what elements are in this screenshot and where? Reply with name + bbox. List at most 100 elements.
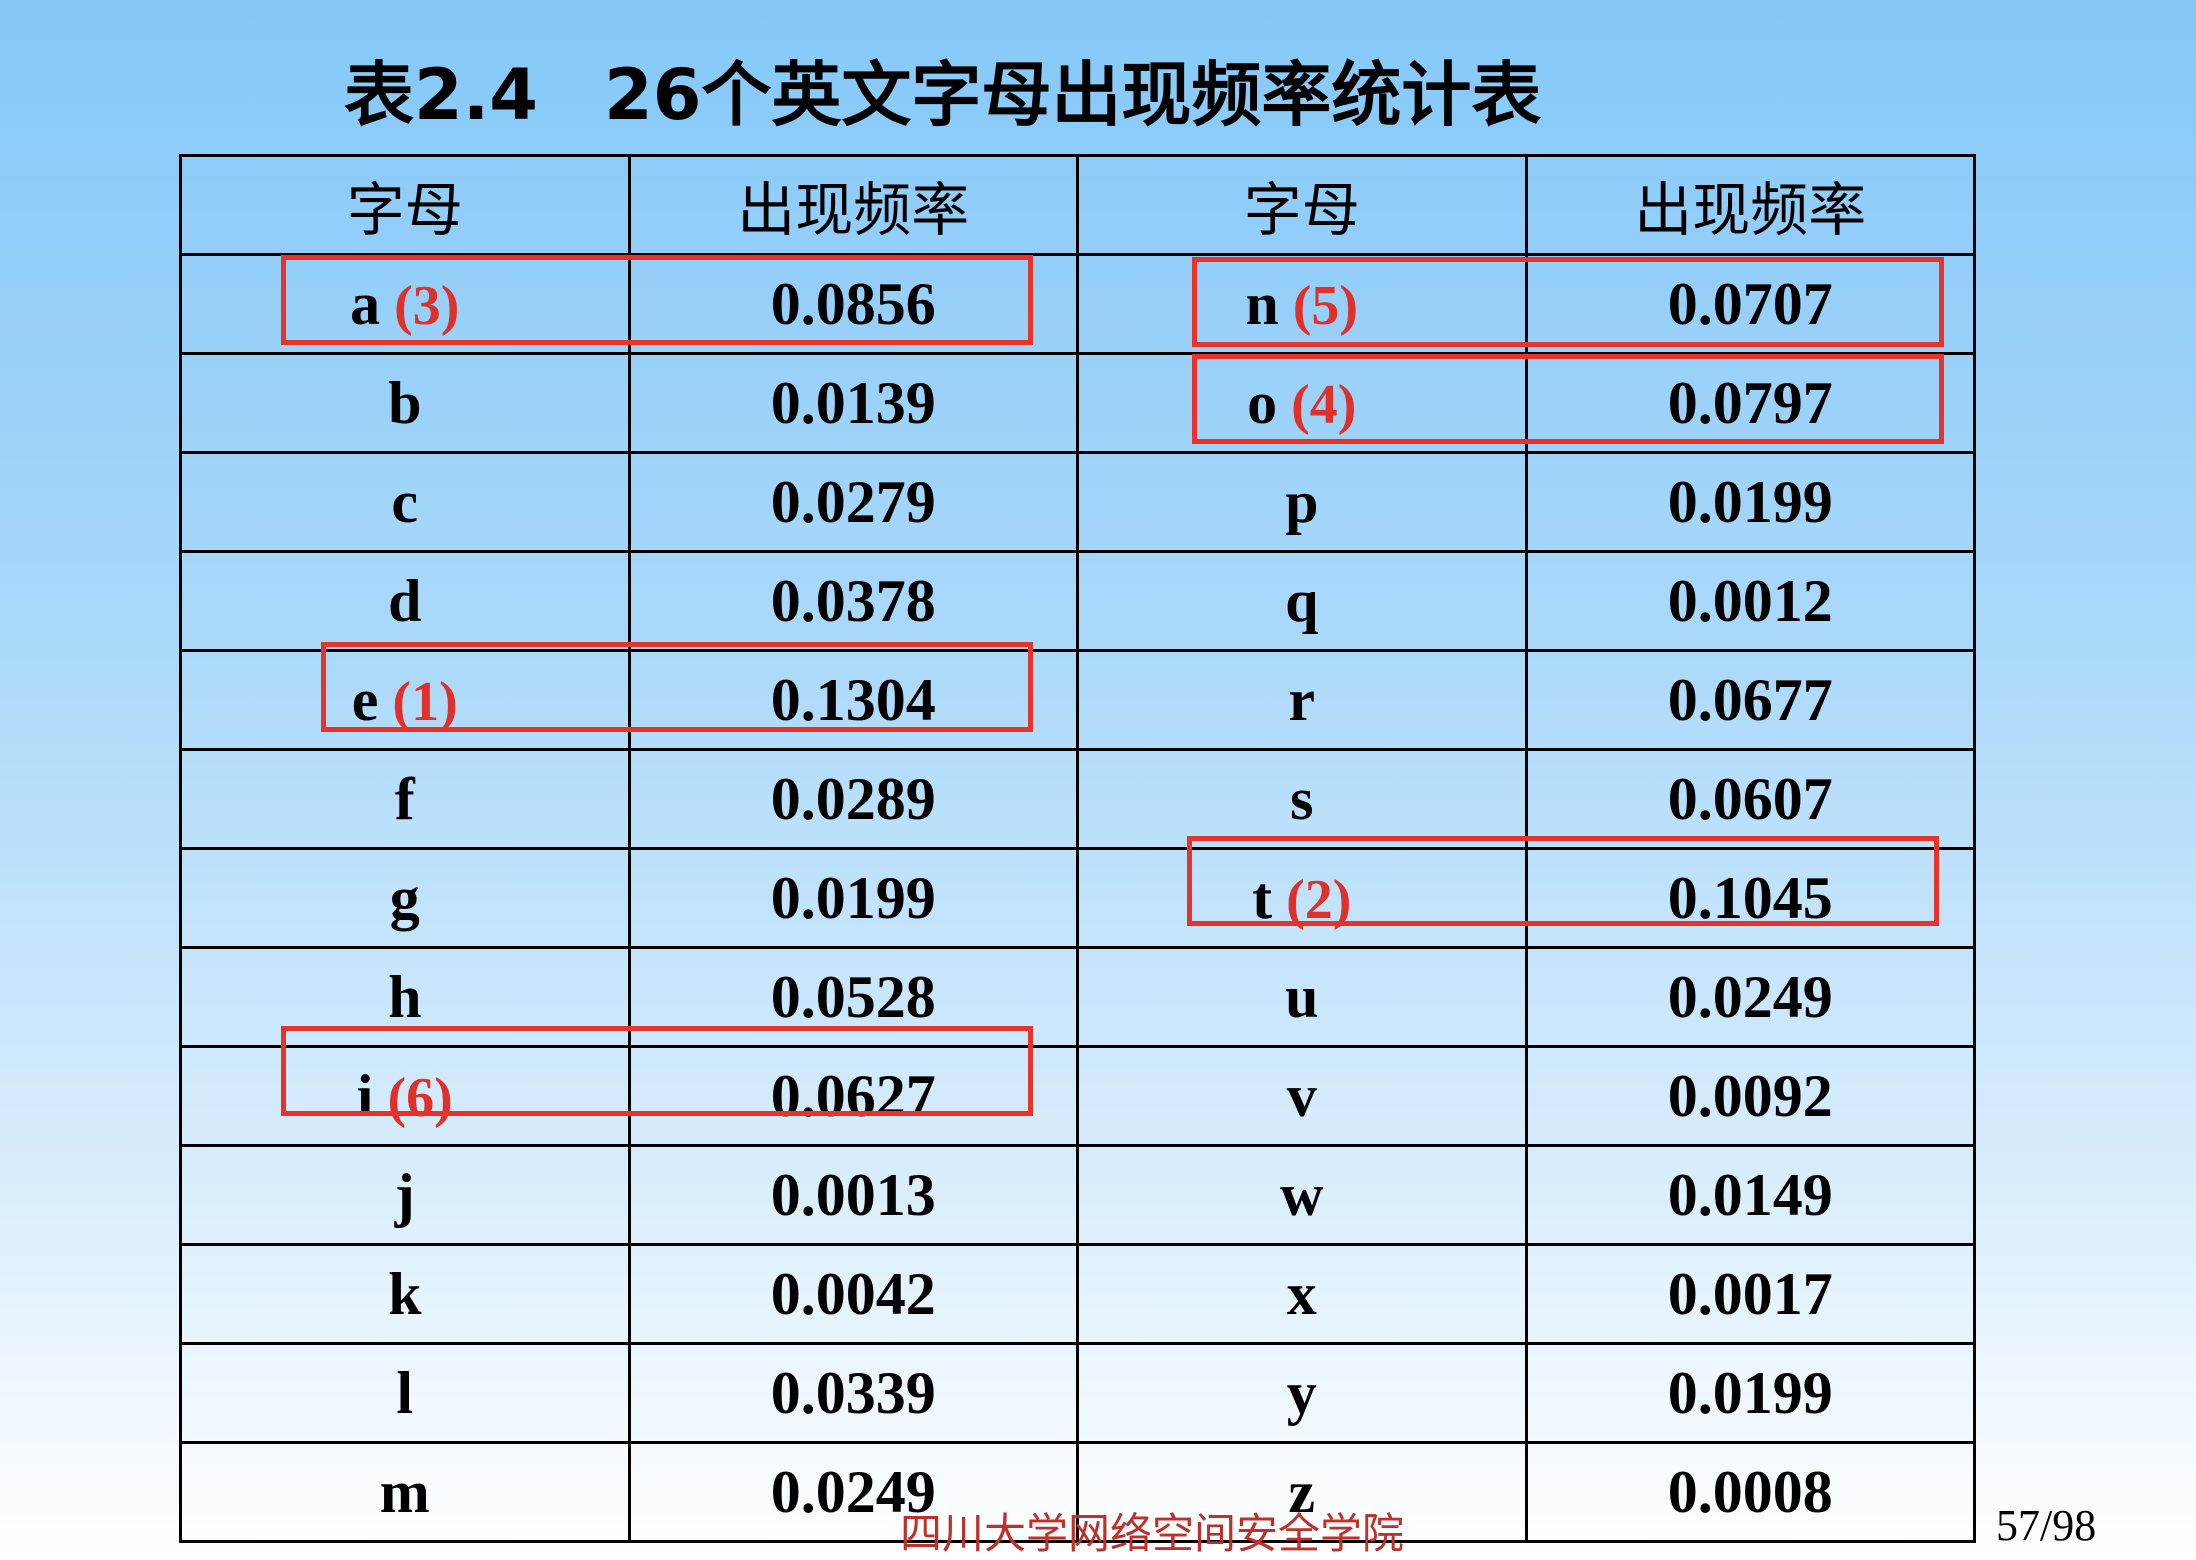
table-row: f 0.0289 s 0.0607 [179,748,1976,850]
frequency-cell-2: 0.0797 [1524,352,1976,454]
frequency-cell-1: 0.0139 [627,352,1079,454]
letter-cell-1: i (6) [179,1045,631,1147]
header-frequency-right: 出现频率 [1524,154,1976,256]
letter-cell-1: b [179,352,631,454]
letter-cell-2: r [1076,649,1528,751]
letter-cell-2: q [1076,550,1528,652]
table-header-row: 字母 出现频率 字母 出现频率 [179,154,1976,256]
frequency-cell-1: 0.0856 [627,253,1079,355]
table-row: j 0.0013 w 0.0149 [179,1144,1976,1246]
frequency-cell-1: 0.0378 [627,550,1079,652]
frequency-cell-2: 0.0017 [1524,1243,1976,1345]
frequency-cell-1: 0.0042 [627,1243,1079,1345]
rank-badge: (1) [392,670,458,733]
table-number: 表2.4 [344,54,539,136]
letter-cell-2: v [1076,1045,1528,1147]
letter: t [1252,864,1273,931]
letter-frequency-table: 字母 出现频率 字母 出现频率 a (3) 0.0856 n (5) 0.0707 b 0.0… [179,154,1976,1543]
table-row: a (3) 0.0856 n (5) 0.0707 [179,253,1976,355]
rank-badge: (4) [1291,373,1357,436]
letter: u [1285,963,1319,1030]
frequency-cell-1: 0.0627 [627,1045,1079,1147]
letter-cell-1: a (3) [179,253,631,355]
page-number: 57/98 [1996,1501,2097,1550]
letter-cell-2: t (2) [1076,847,1528,949]
letter-cell-1: h [179,946,631,1048]
letter-cell-2: s [1076,748,1528,850]
frequency-cell-1: 0.0528 [627,946,1079,1048]
letter: b [388,369,422,436]
frequency-cell-2: 0.0677 [1524,649,1976,751]
slide-title: 表2.4 26个英文字母出现频率统计表 [344,40,1541,150]
letter: s [1290,765,1314,832]
table-row: d 0.0378 q 0.0012 [179,550,1976,652]
letter-cell-1: l [179,1342,631,1444]
letter-cell-2: x [1076,1243,1528,1345]
letter-cell-2: y [1076,1342,1528,1444]
table-row: h 0.0528 u 0.0249 [179,946,1976,1048]
rank-badge: (6) [387,1066,453,1129]
frequency-cell-2: 0.0199 [1524,451,1976,553]
rank-badge: (2) [1286,868,1352,931]
letter: m [379,1458,430,1525]
table-row: l 0.0339 y 0.0199 [179,1342,1976,1444]
letter: x [1286,1260,1317,1327]
letter: o [1247,369,1278,436]
letter: r [1288,666,1316,733]
letter: a [350,270,381,337]
letter-cell-1: k [179,1243,631,1345]
table-row: c 0.0279 p 0.0199 [179,451,1976,553]
table-row: b 0.0139 o (4) 0.0797 [179,352,1976,454]
frequency-cell-2: 0.0008 [1524,1441,1976,1543]
letter: d [388,567,422,634]
letter-cell-1: m [179,1441,631,1543]
letter-cell-1: d [179,550,631,652]
frequency-cell-2: 0.0707 [1524,253,1976,355]
letter-cell-1: c [179,451,631,553]
table-title: 26个英文字母出现频率统计表 [604,54,1542,136]
rank-badge: (3) [394,274,460,337]
frequency-cell-2: 0.0607 [1524,748,1976,850]
letter: l [396,1359,414,1426]
letter: g [389,864,420,931]
header-letter-left: 字母 [179,154,631,256]
letter-cell-1: g [179,847,631,949]
letter: w [1280,1161,1324,1228]
header-frequency-left: 出现频率 [627,154,1079,256]
letter-cell-2: p [1076,451,1528,553]
frequency-cell-1: 0.1304 [627,649,1079,751]
frequency-cell-1: 0.0279 [627,451,1079,553]
table-row: k 0.0042 x 0.0017 [179,1243,1976,1345]
letter: q [1285,567,1319,634]
letter-cell-2: u [1076,946,1528,1048]
letter-cell-1: e (1) [179,649,631,751]
letter-cell-2: o (4) [1076,352,1528,454]
letter: p [1285,468,1319,535]
frequency-cell-1: 0.0339 [627,1342,1079,1444]
frequency-cell-2: 0.0249 [1524,946,1976,1048]
letter: h [388,963,422,1030]
frequency-cell-1: 0.0199 [627,847,1079,949]
letter-cell-1: f [179,748,631,850]
letter-cell-2: w [1076,1144,1528,1246]
letter: y [1286,1359,1317,1426]
letter: f [394,765,415,832]
institution-footer: 四川大学网络空间安全学院 [900,1509,1405,1558]
table-row: e (1) 0.1304 r 0.0677 [179,649,1976,751]
letter: e [351,666,379,733]
rank-badge: (5) [1292,274,1359,337]
table-row: i (6) 0.0627 v 0.0092 [179,1045,1976,1147]
letter: n [1245,270,1279,337]
frequency-cell-1: 0.0013 [627,1144,1079,1246]
letter: v [1286,1062,1317,1129]
frequency-cell-2: 0.0149 [1524,1144,1976,1246]
frequency-cell-2: 0.0012 [1524,550,1976,652]
letter-cell-2: n (5) [1076,253,1528,355]
letter: c [391,468,419,535]
frequency-table-wrapper: 字母 出现频率 字母 出现频率 a (3) 0.0856 n (5) 0.0707 b 0.0… [179,154,1976,1543]
letter-cell-1: j [179,1144,631,1246]
table-row: g 0.0199 t (2) 0.1045 [179,847,1976,949]
header-letter-right: 字母 [1076,154,1528,256]
letter: i [356,1062,374,1129]
letter: k [388,1260,422,1327]
